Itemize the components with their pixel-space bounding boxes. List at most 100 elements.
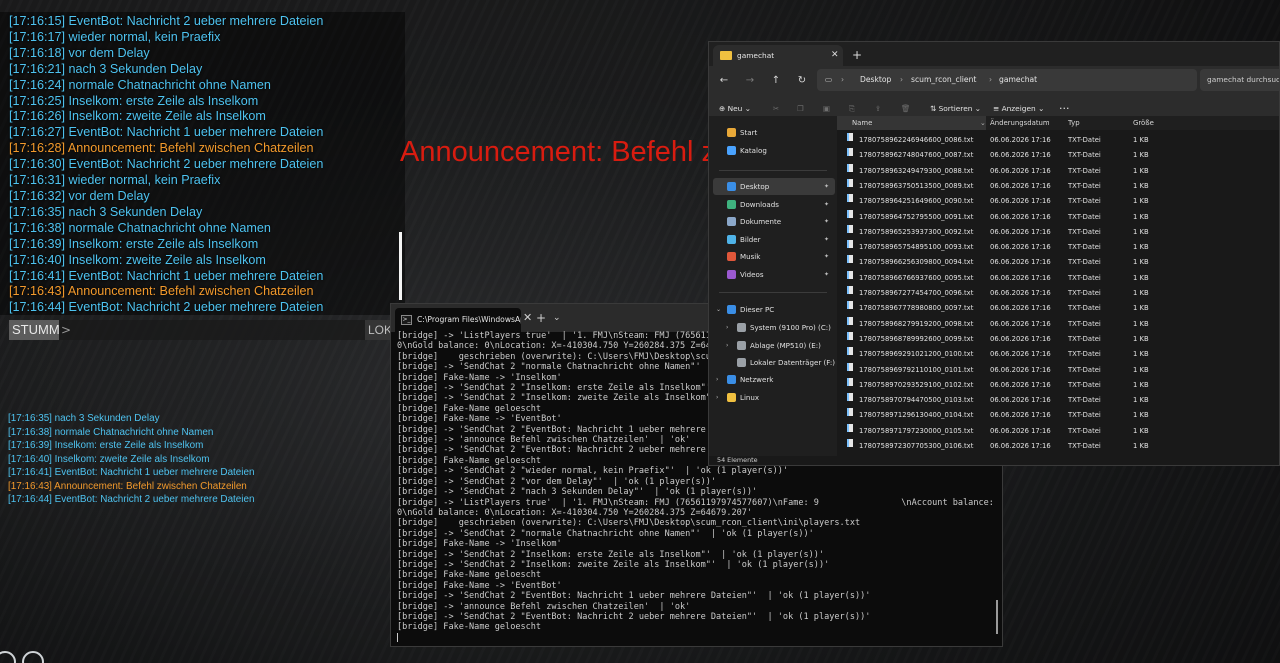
feed-message: [17:16:40] Inselkom: zweite Zeile als In… [8,453,210,465]
table-row[interactable]: 1780758968279919200_0098.txt 06.06.2026 1… [837,316,1279,332]
terminal-line: [bridge] Fake-Name -> 'Inselkom' [397,539,562,550]
file-date: 06.06.2026 17:16 [990,411,1051,420]
column-type[interactable]: Typ [1068,116,1080,130]
file-size: 1 KB [1133,197,1149,206]
terminal-line: [bridge] Fake-Name geloescht [397,570,542,581]
table-row[interactable]: 1780758964752795500_0091.txt 06.06.2026 1… [837,209,1279,225]
chevron-right-icon[interactable]: › [716,371,718,388]
sidebar-item-dokumente[interactable]: Dokumente ✦ [713,213,835,230]
terminal-line: [bridge] Fake-Name geloescht [397,622,542,633]
text-file-icon [847,194,853,203]
forward-arrow-icon[interactable]: → [741,66,759,96]
text-file-icon [847,209,853,218]
table-row[interactable]: 1780758967778980800_0097.txt 06.06.2026 1… [837,301,1279,316]
explorer-tabbar[interactable]: gamechat ✕ + [709,42,1279,66]
view-icon: ≡ [993,104,1000,113]
sidebar-item-dieser-pc[interactable]: ⌄ Dieser PC [713,301,835,318]
file-name: 1780758970794470500_0103.txt [859,396,974,405]
chevron-right-icon[interactable]: › [716,389,718,406]
chat-channel-badge[interactable]: STUMM [9,320,60,340]
chevron-right-icon[interactable]: › [726,337,728,354]
table-row[interactable]: 1780758965253937300_0092.txt 06.06.2026 1… [837,224,1279,240]
sidebar-item-start[interactable]: Start [713,124,835,141]
table-row[interactable]: 1780758970293529100_0102.txt 06.06.2026 1… [837,377,1279,393]
sidebar-item-lokaler-datentr-ger-f[interactable]: Lokaler Datenträger (F:) [713,354,835,371]
column-date[interactable]: Änderungsdatum [990,116,1050,130]
table-row[interactable]: 1780758962246946600_0086.txt 06.06.2026 1… [837,133,1279,148]
sort-button-label: Sortieren [938,104,973,113]
file-date: 06.06.2026 17:16 [990,212,1051,221]
terminal-scrollbar[interactable] [996,600,998,634]
table-row[interactable]: 1780758966256309800_0094.txt 06.06.2026 1… [837,255,1279,270]
breadcrumb-desktop[interactable]: Desktop [860,69,891,91]
chat-message: [17:16:18] vor dem Delay [9,45,150,60]
back-arrow-icon[interactable]: ← [715,66,733,96]
game-chat-input[interactable]: STUMM > [9,320,402,340]
terminal-line: [bridge] -> 'ListPlayers true' | '1. FMJ… [397,497,994,508]
terminal-line: [bridge] -> 'SendChat 2 "vor dem Delay"'… [397,476,717,487]
sidebar-item-netzwerk[interactable]: › Netzwerk [713,371,835,388]
breadcrumb-gamechat[interactable]: gamechat [999,69,1037,91]
chevron-right-icon[interactable]: › [726,319,728,336]
up-arrow-icon[interactable]: ↑ [767,66,785,96]
terminal-line: [bridge] -> 'SendChat 2 "wieder normal, … [397,466,789,477]
table-row[interactable]: 1780758969291021200_0100.txt 06.06.2026 1… [837,347,1279,362]
file-size: 1 KB [1133,396,1149,405]
file-date: 06.06.2026 17:16 [990,304,1051,313]
table-row[interactable]: 1780758971296130400_0104.txt 06.06.2026 1… [837,408,1279,423]
file-date: 06.06.2026 17:16 [990,227,1051,236]
text-file-icon [847,255,853,264]
chevron-down-icon[interactable]: ⌄ [716,301,721,318]
sidebar-item-desktop[interactable]: Desktop ✦ [713,178,835,195]
refresh-icon[interactable]: ↻ [793,66,811,96]
table-row[interactable]: 1780758965754895100_0093.txt 06.06.2026 1… [837,240,1279,255]
close-tab-icon[interactable]: ✕ [523,308,533,328]
table-row[interactable]: 1780758970794470500_0103.txt 06.06.2026 1… [837,393,1279,408]
terminal-tab[interactable]: >_ C:\Program Files\WindowsAp [395,308,521,332]
sidebar-item-bilder[interactable]: Bilder ✦ [713,231,835,248]
table-row[interactable]: 1780758967277454700_0096.txt 06.06.2026 1… [837,286,1279,301]
chevron-down-icon[interactable]: ⌄ [553,308,563,328]
column-name[interactable]: Name [837,116,986,130]
home-icon [727,128,736,137]
sidebar-item-katalog[interactable]: Katalog [713,142,835,159]
pin-icon: ✦ [823,236,829,243]
sidebar-item-system-9100-pro-c[interactable]: › System (9100 Pro) (C:) [713,319,835,336]
terminal-line: [bridge] -> 'SendChat 2 "EventBot: Nachr… [397,611,871,622]
table-row[interactable]: 1780758972307705300_0106.txt 06.06.2026 1… [837,439,1279,454]
table-row[interactable]: 1780758966766937600_0095.txt 06.06.2026 1… [837,270,1279,286]
address-bar[interactable]: ▭ › Desktop › scum_rcon_client › gamecha… [817,69,1197,91]
table-row[interactable]: 1780758971797230000_0105.txt 06.06.2026 1… [837,423,1279,439]
sidebar-item-downloads[interactable]: Downloads ✦ [713,196,835,213]
sidebar-item-linux[interactable]: › Linux [713,389,835,406]
chat-message: [17:16:35] nach 3 Sekunden Delay [9,204,203,219]
terminal-line: 0\nGold balance: 0\nLocation: X=-410304.… [397,507,753,518]
sidebar-item-musik[interactable]: Musik ✦ [713,248,835,265]
text-file-icon [847,301,853,310]
table-row[interactable]: 1780758963249479300_0088.txt 06.06.2026 1… [837,163,1279,179]
table-row[interactable]: 1780758963750513500_0089.txt 06.06.2026 1… [837,178,1279,194]
chat-message: [17:16:27] EventBot: Nachricht 1 ueber m… [9,125,324,140]
new-tab-icon[interactable]: + [536,308,548,328]
close-tab-icon[interactable]: ✕ [831,45,839,66]
table-row[interactable]: 1780758968789992600_0099.txt 06.06.2026 1… [837,331,1279,347]
table-row[interactable]: 1780758969792110100_0101.txt 06.06.2026 1… [837,362,1279,378]
download-icon [727,200,736,209]
file-explorer-window[interactable]: gamechat ✕ + ← → ↑ ↻ ▭ › Desktop › scum_… [708,41,1280,466]
breadcrumb-scum-rcon-client[interactable]: scum_rcon_client [911,69,976,91]
sidebar-item-ablage-mp510-e[interactable]: › Ablage (MP510) (E:) [713,337,835,354]
pin-icon: ✦ [823,201,829,208]
table-row[interactable]: 1780758964251649600_0090.txt 06.06.2026 1… [837,194,1279,209]
file-type: TXT-Datei [1068,426,1101,435]
explorer-tab[interactable]: gamechat ✕ [713,45,843,66]
file-type: TXT-Datei [1068,334,1101,343]
search-input[interactable]: gamechat durchsuchen [1200,69,1279,91]
chevron-down-icon[interactable]: ⌄ [980,116,986,130]
terminal-prompt-line[interactable] [397,632,992,643]
column-size[interactable]: Größe [1133,116,1154,130]
text-file-icon [847,408,853,417]
text-file-icon [847,423,853,432]
table-row[interactable]: 1780758962748047600_0087.txt 06.06.2026 1… [837,148,1279,163]
sidebar-item-videos[interactable]: Videos ✦ [713,266,835,283]
new-tab-icon[interactable]: + [852,45,862,65]
